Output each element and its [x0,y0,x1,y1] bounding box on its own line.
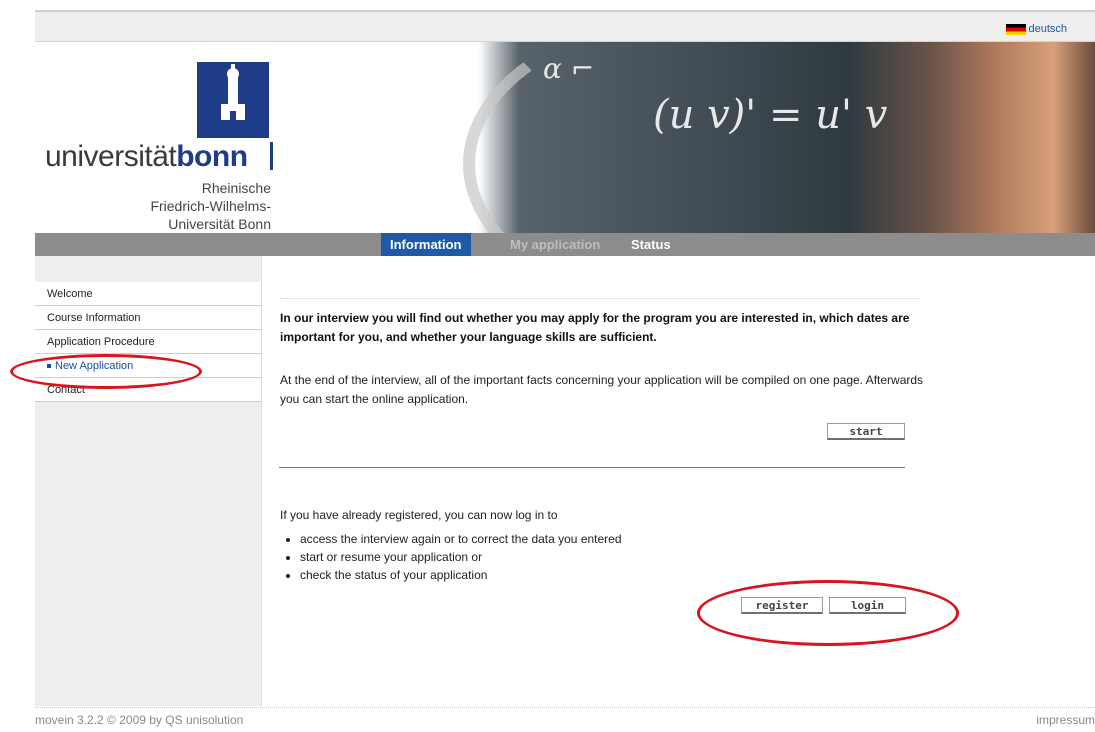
footer-copyright: movein 3.2.2 © 2009 by QS unisolution [35,713,244,727]
sidebar-item-label: New Application [55,360,134,372]
main-nav: Information My application Status [35,233,1095,256]
content-top-divider [280,298,920,299]
university-logo[interactable]: universitätbonn Rheinische Friedrich-Wil… [45,62,285,242]
banner-chalk-formula: α ⌐ [543,52,595,85]
list-item: check the status of your application [300,566,622,584]
language-switch[interactable]: deutsch [1006,23,1067,35]
login-button[interactable]: login [829,597,906,614]
tab-status[interactable]: Status [622,233,680,256]
intro-bold-text: In our interview you will find out wheth… [280,311,910,344]
sidebar-item-welcome[interactable]: Welcome [35,282,261,306]
top-bar: deutsch [35,10,1095,42]
banner-chalk-formula: (u v)' = u' v [653,92,888,138]
tab-my-application[interactable]: My application [501,233,609,256]
language-link[interactable]: deutsch [1028,23,1067,35]
german-flag-icon [1006,23,1027,35]
list-item: access the interview again or to correct… [300,530,622,548]
section-divider [279,467,905,468]
footer-vendor-link[interactable]: QS unisolution [165,713,243,727]
tab-information[interactable]: Information [381,233,471,256]
start-button[interactable]: start [827,423,905,440]
header: universitätbonn Rheinische Friedrich-Wil… [35,42,1095,239]
list-item: start or resume your application or [300,548,622,566]
intro-text: At the end of the interview, all of the … [280,373,924,406]
app-frame: deutsch universitätbonn Rheinische Fried… [35,10,1095,731]
active-bullet-icon [47,364,51,369]
university-seal-icon [197,62,269,138]
footer: movein 3.2.2 © 2009 by QS unisolution im… [35,707,1095,732]
header-banner-image: α ⌐ (u v)' = u' v [273,42,1095,239]
sidebar-item-course-information[interactable]: Course Information [35,306,261,330]
sidebar-item-new-application[interactable]: New Application [35,354,261,378]
register-button[interactable]: register [741,597,823,614]
impressum-link[interactable]: impressum [1036,710,1095,730]
login-options-list: access the interview again or to correct… [282,530,622,584]
sidebar: Welcome Course Information Application P… [35,256,262,706]
university-subline: Rheinische Friedrich-Wilhelms- Universit… [150,180,271,232]
sidebar-item-contact[interactable]: Contact [35,378,261,402]
sidebar-item-application-procedure[interactable]: Application Procedure [35,330,261,354]
university-wordmark: universitätbonn [45,140,248,173]
login-intro-text: If you have already registered, you can … [280,508,558,522]
